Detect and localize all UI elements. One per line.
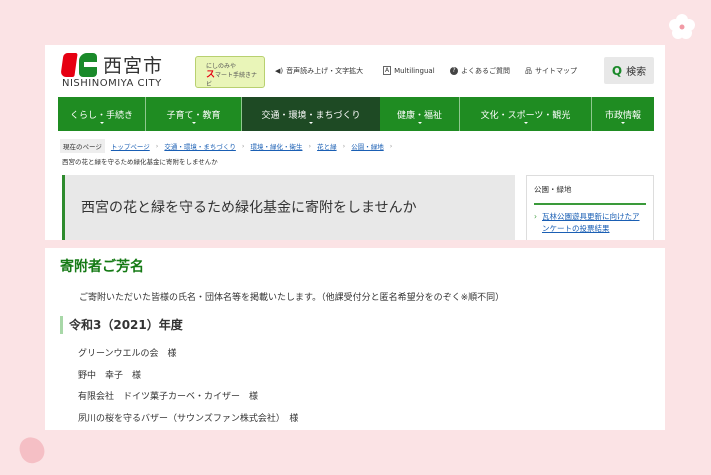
donor-list: グリーンウエルの会 様 野中 幸子 様 有限会社 ドイツ菓子カーベ・カイザー 様… bbox=[78, 346, 298, 430]
donor-section-card: 寄附者ご芳名 ご寄附いただいた皆様の氏名・団体名等を掲載いたします。（他課受付分… bbox=[45, 248, 665, 430]
nav-kurashi[interactable]: くらし・手続き bbox=[58, 97, 146, 131]
global-nav: くらし・手続き 子育て・教育 交通・環境・まちづくり 健康・福祉 文化・スポーツ… bbox=[58, 97, 654, 131]
speaker-icon: ◀) bbox=[275, 67, 284, 75]
speech-tool-link[interactable]: ◀) 音声読み上げ・文字拡大 bbox=[275, 66, 363, 76]
list-item: 有限会社 ドイツ菓子カーベ・カイザー 様 bbox=[78, 392, 259, 402]
nav-shisei[interactable]: 市政情報 bbox=[592, 97, 654, 131]
multilingual-icon: A bbox=[383, 66, 392, 75]
logo-english: NISHINOMIYA CITY bbox=[62, 78, 162, 89]
smart-procedure-navi-banner[interactable]: にしのみや スマート手続きナビ bbox=[195, 56, 265, 88]
nav-bunka[interactable]: 文化・スポーツ・観光 bbox=[460, 97, 592, 131]
list-item: グリーンウエルの会 様 bbox=[78, 349, 177, 359]
cherry-blossom-icon bbox=[669, 14, 695, 39]
nav-kosodate[interactable]: 子育て・教育 bbox=[146, 97, 242, 131]
breadcrumb-link[interactable]: 公園・緑地 bbox=[351, 141, 384, 151]
breadcrumb: 現在のページ トップページ › 交通・環境・まちづくり › 環境・緑化・衛生 › 花と… bbox=[60, 139, 392, 153]
intro-text: ご寄附いただいた皆様の氏名・団体名等を掲載いたします。（他課受付分と匿名希望分を… bbox=[79, 293, 505, 303]
breadcrumb-current-page: 西宮の花と緑を守るため緑化基金に寄附をしませんか bbox=[62, 158, 218, 166]
page-title: 西宮の花と緑を守るため緑化基金に寄附をしませんか bbox=[62, 175, 515, 240]
multilingual-link[interactable]: A Multilingual bbox=[383, 66, 435, 75]
breadcrumb-link[interactable]: 交通・環境・まちづくり bbox=[164, 141, 236, 151]
sidebar-link[interactable]: 瓦林公園遊具更新に向けたアンケートの投票結果 bbox=[534, 211, 646, 235]
list-item: 野中 幸子 様 bbox=[78, 370, 142, 381]
nav-kotsu[interactable]: 交通・環境・まちづくり bbox=[242, 97, 380, 131]
petal-decoration bbox=[16, 433, 48, 467]
list-item: 夙川の桜を守るバザー（サウンズファン株式会社） 様 bbox=[78, 413, 299, 424]
question-icon: ? bbox=[450, 67, 458, 75]
breadcrumb-link[interactable]: 花と緑 bbox=[317, 141, 337, 151]
breadcrumb-link[interactable]: トップページ bbox=[111, 141, 150, 151]
section-heading: 寄附者ご芳名 bbox=[60, 259, 144, 275]
search-button[interactable]: Q 検索 bbox=[604, 57, 654, 84]
sidebar: 公園・緑地 瓦林公園遊具更新に向けたアンケートの投票結果 bbox=[526, 175, 654, 240]
nav-kenko[interactable]: 健康・福祉 bbox=[380, 97, 460, 131]
year-heading: 令和3（2021）年度 bbox=[60, 316, 183, 334]
sidebar-heading: 公園・緑地 bbox=[534, 184, 646, 205]
city-logo-icon bbox=[60, 52, 98, 77]
sitemap-icon: 品 bbox=[525, 67, 532, 75]
site-logo[interactable]: 西宮市 bbox=[60, 51, 163, 78]
search-icon: Q bbox=[611, 63, 623, 78]
faq-link[interactable]: ? よくあるご質問 bbox=[450, 66, 510, 76]
sitemap-link[interactable]: 品サイトマップ bbox=[525, 66, 577, 76]
breadcrumb-link[interactable]: 環境・緑化・衛生 bbox=[250, 141, 302, 151]
page-header-card: 西宮市 NISHINOMIYA CITY にしのみや スマート手続きナビ ◀) 音声… bbox=[45, 45, 665, 240]
